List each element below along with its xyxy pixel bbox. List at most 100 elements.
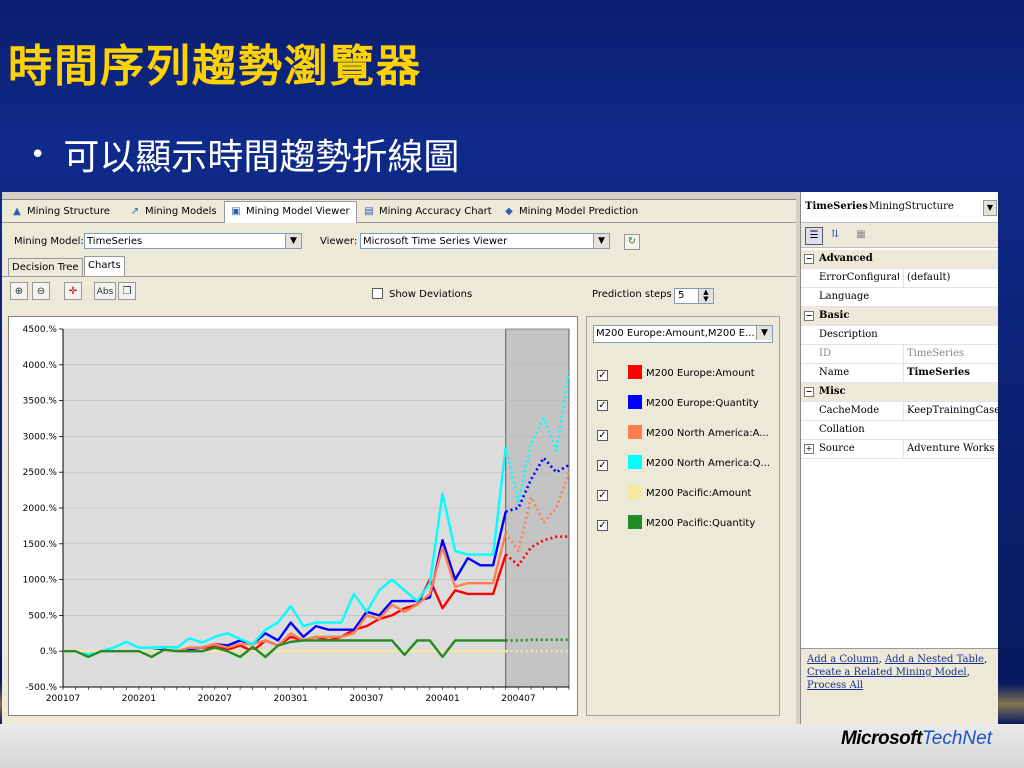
property-key: CacheMode xyxy=(819,405,880,416)
process-all-link[interactable]: Process All xyxy=(807,680,863,691)
property-row[interactable]: ID TimeSeries xyxy=(801,345,998,364)
zoom-out-icon[interactable]: ⊖ xyxy=(32,282,50,300)
series-select-value: M200 Europe:Amount,M200 E... xyxy=(596,328,755,339)
tab-mining-models[interactable]: ↗ Mining Models xyxy=(124,202,223,222)
stepper-arrows-icon[interactable]: ▲ ▼ xyxy=(698,289,713,303)
legend-checkbox[interactable]: ✓ xyxy=(597,400,608,411)
copy-icon[interactable]: ❐ xyxy=(118,282,136,300)
properties-toolbar: ☰ ⇅ ▦ xyxy=(801,222,998,248)
property-pages-icon[interactable]: ▦ xyxy=(853,227,869,243)
technet-logo: MicrosoftTechNet xyxy=(841,728,992,750)
subtab-decision-tree[interactable]: Decision Tree xyxy=(8,258,83,277)
y-tick-label: 2500.% xyxy=(23,468,58,478)
y-tick-label: 4000.% xyxy=(23,361,58,371)
viewer-label: Viewer: xyxy=(320,236,358,247)
add-nested-table-link[interactable]: Add a Nested Table xyxy=(885,654,984,665)
property-row[interactable]: Collation xyxy=(801,421,998,440)
categorized-icon[interactable]: ☰ xyxy=(805,227,823,245)
tab-mining-model-viewer[interactable]: ▣ Mining Model Viewer xyxy=(224,201,357,223)
legend-item[interactable]: ✓ M200 Europe:Amount xyxy=(597,365,755,385)
legend-item[interactable]: ✓ M200 Pacific:Amount xyxy=(597,485,751,505)
property-row[interactable]: Description xyxy=(801,326,998,345)
viewer-select[interactable]: Microsoft Time Series Viewer ▼ xyxy=(360,233,610,249)
sort-alphabetical-icon[interactable]: ⇅ xyxy=(827,227,843,243)
property-row[interactable]: ErrorConfigurati (default) xyxy=(801,269,998,288)
show-deviations[interactable]: Show Deviations xyxy=(372,288,472,300)
viewer-icon: ▣ xyxy=(231,206,241,217)
screenshot-window: ▲ Mining Structure ↗ Mining Models ▣ Mining… xyxy=(2,192,998,724)
x-tick-label: 200407 xyxy=(501,694,535,704)
time-series-chart: 4500.% 4000.% 3500.% 3000.% 2500.% 2000.% 1500… xyxy=(23,325,571,704)
category-label: Advanced xyxy=(819,253,873,264)
legend-checkbox[interactable]: ✓ xyxy=(597,370,608,381)
x-tick-label: 200107 xyxy=(46,694,80,704)
property-value[interactable]: (default) xyxy=(903,269,998,287)
property-grid: − Advanced ErrorConfigurati (default) Lang… xyxy=(801,250,998,459)
properties-command-links: Add a Column, Add a Nested Table, Create… xyxy=(801,648,998,724)
show-deviations-checkbox[interactable] xyxy=(372,288,383,299)
series-select[interactable]: M200 Europe:Amount,M200 E... ▼ xyxy=(593,325,773,343)
tab-mining-structure[interactable]: ▲ Mining Structure xyxy=(6,202,116,222)
properties-pane: TimeSeries MiningStructure ▼ ☰ ⇅ ▦ − Adva… xyxy=(800,192,998,724)
collapse-icon[interactable]: − xyxy=(804,387,814,397)
legend-checkbox[interactable]: ✓ xyxy=(597,520,608,531)
viewer-value: Microsoft Time Series Viewer xyxy=(363,236,508,247)
abs-button[interactable]: Abs xyxy=(94,282,116,300)
legend-item[interactable]: ✓ M200 North America:A... xyxy=(597,425,769,445)
expand-icon[interactable]: + xyxy=(804,444,814,454)
legend-swatch xyxy=(628,395,642,409)
prediction-steps-stepper[interactable]: 5 ▲ ▼ xyxy=(674,288,714,304)
x-tick-label: 200301 xyxy=(274,694,308,704)
mining-model-select[interactable]: TimeSeries ▼ xyxy=(84,233,302,249)
property-row[interactable]: Language xyxy=(801,288,998,307)
bullet-text: 可以顯示時間趨勢折線圖 xyxy=(63,137,460,178)
mining-model-value: TimeSeries xyxy=(87,236,143,247)
property-value[interactable]: TimeSeries xyxy=(903,364,998,382)
legend-item[interactable]: ✓ M200 North America:Q... xyxy=(597,455,770,475)
chevron-down-icon: ▼ xyxy=(593,234,609,248)
collapse-icon[interactable]: − xyxy=(804,254,814,264)
legend-checkbox[interactable]: ✓ xyxy=(597,460,608,471)
refresh-icon[interactable]: ↻ xyxy=(624,234,640,250)
legend-item[interactable]: ✓ M200 Europe:Quantity xyxy=(597,395,759,415)
tab-mining-model-prediction[interactable]: ◆ Mining Model Prediction xyxy=(498,202,644,222)
properties-object-select[interactable]: TimeSeries MiningStructure ▼ xyxy=(801,198,998,216)
category-advanced[interactable]: − Advanced xyxy=(801,250,998,269)
category-label: Misc xyxy=(819,386,846,397)
category-misc[interactable]: − Misc xyxy=(801,383,998,402)
add-column-link[interactable]: Add a Column xyxy=(807,654,879,665)
property-value: TimeSeries xyxy=(903,345,998,363)
tab-label: Mining Accuracy Chart xyxy=(379,206,492,217)
subtab-charts[interactable]: Charts xyxy=(84,256,125,277)
property-key: Description xyxy=(819,329,878,340)
property-row[interactable]: + Source Adventure Works DV xyxy=(801,440,998,459)
category-basic[interactable]: − Basic xyxy=(801,307,998,326)
legend-label: M200 Europe:Quantity xyxy=(646,398,759,409)
chart-area: 4500.% 4000.% 3500.% 3000.% 2500.% 2000.% 1500… xyxy=(8,316,578,716)
category-label: Basic xyxy=(819,310,850,321)
legend-item[interactable]: ✓ M200 Pacific:Quantity xyxy=(597,515,755,535)
collapse-icon[interactable]: − xyxy=(804,311,814,321)
property-key: ID xyxy=(819,348,831,359)
prediction-steps-label: Prediction steps xyxy=(592,289,672,300)
chevron-down-icon[interactable]: ▼ xyxy=(983,200,997,216)
y-tick-label: 1500.% xyxy=(23,540,58,550)
y-tick-label: 4500.% xyxy=(23,325,58,335)
tab-mining-accuracy-chart[interactable]: ▤ Mining Accuracy Chart xyxy=(358,202,498,222)
property-row[interactable]: Name TimeSeries xyxy=(801,364,998,383)
create-related-model-link[interactable]: Create a Related Mining Model xyxy=(807,667,967,678)
property-key: Source xyxy=(819,443,855,454)
mining-model-label: Mining Model: xyxy=(14,236,84,247)
document-tab-strip xyxy=(2,192,796,200)
fit-chart-icon[interactable]: ✛ xyxy=(64,282,82,300)
y-tick-label: 2000.% xyxy=(23,504,58,514)
slide-bullet: • 可以顯示時間趨勢折線圖 xyxy=(30,128,459,180)
x-tick-label: 200401 xyxy=(425,694,459,704)
logo-technet: TechNet xyxy=(921,728,992,749)
legend-checkbox[interactable]: ✓ xyxy=(597,490,608,501)
property-value[interactable]: KeepTrainingCases xyxy=(903,402,998,420)
property-value[interactable]: Adventure Works DV xyxy=(903,440,998,458)
legend-checkbox[interactable]: ✓ xyxy=(597,430,608,441)
zoom-in-icon[interactable]: ⊕ xyxy=(10,282,28,300)
property-row[interactable]: CacheMode KeepTrainingCases xyxy=(801,402,998,421)
